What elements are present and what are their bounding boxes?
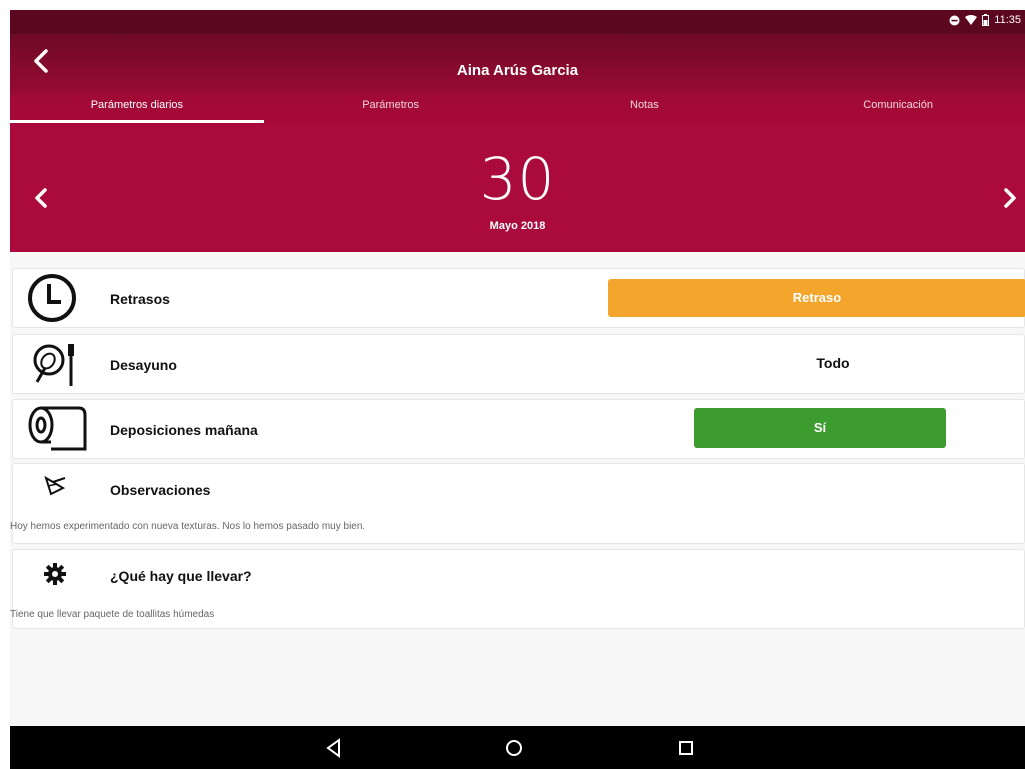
- date-month: Mayo 2018: [489, 220, 546, 232]
- broom-icon: [44, 476, 66, 496]
- row-label-observaciones: Observaciones: [110, 482, 211, 498]
- retraso-button[interactable]: Retraso: [608, 279, 1025, 317]
- row-deposiciones: Deposiciones mañana Sí: [12, 399, 1025, 459]
- tab-bar: Parámetros diarios Parámetros Notas Comu…: [10, 95, 1025, 125]
- row-label-desayuno: Desayuno: [110, 357, 177, 373]
- status-bar: 11:35: [10, 10, 1025, 34]
- status-icons: 11:35: [949, 14, 1021, 26]
- battery-icon: [982, 14, 990, 26]
- toilet-paper-icon: [28, 406, 87, 451]
- gear-icon: [44, 563, 66, 585]
- nav-home-icon[interactable]: [500, 734, 528, 762]
- wifi-icon: [965, 14, 978, 25]
- app-screen: 11:35 Aina Arús Garcia Parámetros diario…: [10, 10, 1025, 769]
- nav-back-icon[interactable]: [320, 734, 348, 762]
- tab-notas[interactable]: Notas: [518, 95, 772, 125]
- row-label-que-hay-que-llevar: ¿Qué hay que llevar?: [110, 568, 252, 584]
- date-selector: 30 Mayo 2018: [10, 125, 1025, 252]
- row-que-hay-que-llevar: ¿Qué hay que llevar? Tiene que llevar pa…: [10, 549, 1025, 629]
- system-nav-bar: [10, 726, 1025, 769]
- que-hay-que-llevar-text: Tiene que llevar paquete de toallitas hú…: [10, 609, 215, 620]
- date-day: 30: [479, 145, 556, 213]
- app-bar: Aina Arús Garcia: [10, 34, 1025, 104]
- page-title: Aina Arús Garcia: [456, 62, 579, 79]
- clock-icon: [28, 274, 76, 322]
- do-not-disturb-icon: [949, 15, 960, 25]
- tab-comunicacion[interactable]: Comunicación: [771, 95, 1025, 125]
- row-label-retrasos: Retrasos: [110, 291, 170, 307]
- nav-recents-icon[interactable]: [672, 734, 700, 762]
- tab-parametros[interactable]: Parámetros: [264, 95, 518, 125]
- tab-parametros-diarios[interactable]: Parámetros diarios: [10, 95, 264, 125]
- row-desayuno: Desayuno Todo: [12, 334, 1025, 394]
- row-retrasos: Retrasos Retraso: [12, 268, 1025, 328]
- plate-cutlery-icon: [33, 344, 74, 386]
- si-button[interactable]: Sí: [694, 408, 946, 448]
- chevron-right-icon[interactable]: [999, 185, 1021, 211]
- row-label-deposiciones: Deposiciones mañana: [110, 422, 258, 438]
- row-observaciones: Observaciones Hoy hemos experimentado co…: [10, 463, 1025, 544]
- desayuno-value: Todo: [816, 355, 850, 371]
- observaciones-text: Hoy hemos experimentado con nueva textur…: [10, 521, 366, 532]
- status-time: 11:35: [994, 14, 1021, 26]
